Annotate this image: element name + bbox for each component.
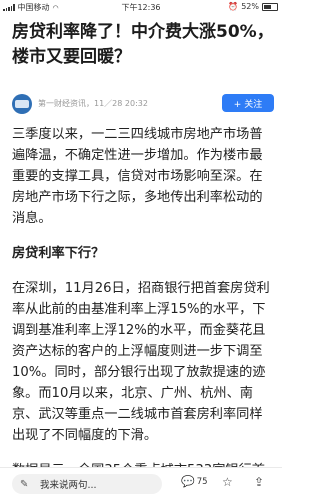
battery-icon [262,2,278,11]
comment-icon: 💬 [181,475,195,488]
share-icon[interactable]: ⇪ [254,475,264,489]
paragraph: 三季度以来，一二三四线城市房地产市场普遍降温，不确定性进一步增加。作为楼市最重要… [12,127,263,226]
star-icon[interactable]: ☆ [222,475,233,489]
pencil-icon: ✎ [20,478,29,490]
paragraph: 在深圳，11月26日，招商银行把首套房贷利率从此前的由基准利率上浮15%的水平，… [12,281,270,443]
status-right: ⏰ 52% [228,2,278,11]
battery-fill [264,4,272,9]
avatar[interactable] [12,94,32,114]
bottom-bar: ✎ 我来说两句... 💬 75 ☆ ⇪ [0,467,282,500]
article-title: 房贷利率降了！中介费大涨50%，楼市又要回暖？ [12,22,274,67]
author-meta: 第一财经资讯，11／28 20:32 [38,99,148,108]
article-screen: 中国移动 ◠ 下午12:36 ⏰ 52% 房贷利率降了！中介费大涨50%，楼市又… [0,0,282,500]
section-heading: 房贷利率下行？ [12,246,105,261]
battery-percent: 52% [241,2,259,11]
comment-placeholder: 我来说两句... [40,480,97,491]
comment-count-button[interactable]: 💬 75 [181,475,208,488]
author-row: 第一财经资讯，11／28 20:32 + 关注 [12,92,274,114]
article-body: 三季度以来，一二三四线城市房地产市场普遍降温，不确定性进一步增加。作为楼市最重要… [12,124,274,500]
comment-count: 75 [196,476,208,487]
avatar-logo-icon [15,100,29,108]
status-bar: 中国移动 ◠ 下午12:36 ⏰ 52% [0,0,282,14]
alarm-icon: ⏰ [228,2,239,11]
follow-button[interactable]: + 关注 [222,94,274,112]
comment-input[interactable]: ✎ 我来说两句... [12,474,162,494]
